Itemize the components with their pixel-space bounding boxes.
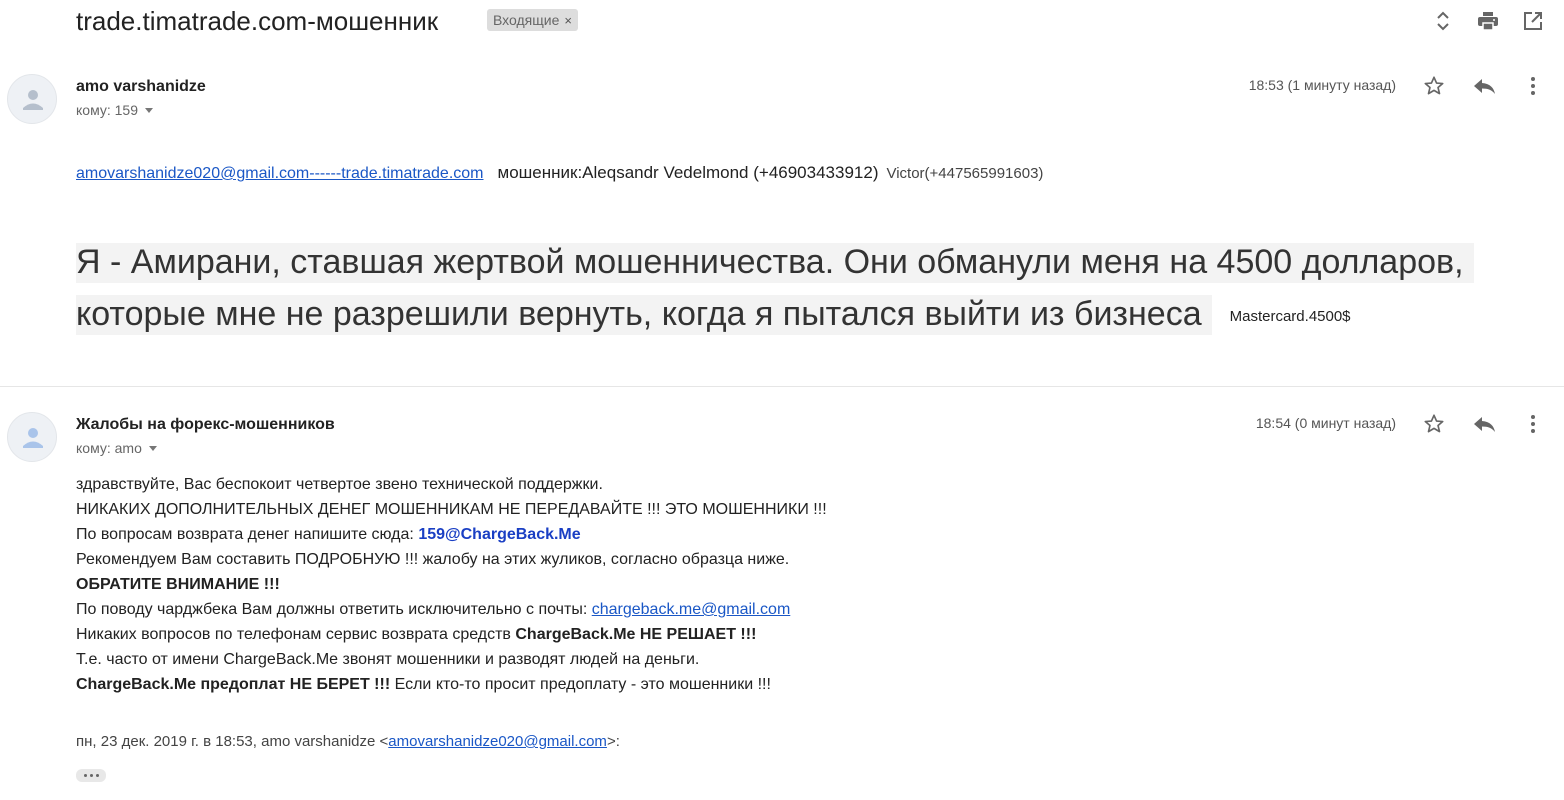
support-email[interactable]: 159@ChargeBack.Me <box>418 526 580 543</box>
expand-collapse-icon[interactable] <box>1430 8 1456 34</box>
message-time: 18:54 (0 минут назад) <box>1255 415 1396 431</box>
body-line: здравствуйте, Вас беспокоит четвертое зв… <box>76 476 603 493</box>
body-line: ОБРАТИТЕ ВНИМАНИЕ !!! <box>76 572 827 597</box>
open-in-new-window-icon[interactable] <box>1520 8 1546 34</box>
print-icon[interactable] <box>1475 8 1501 34</box>
quote-email-link[interactable]: amovarshanidze020@gmail.com <box>388 733 607 750</box>
message-body: здравствуйте, Вас беспокоит четвертое зв… <box>76 472 827 697</box>
body-line: Никаких вопросов по телефонам сервис воз… <box>76 622 827 647</box>
body-text: Никаких вопросов по телефонам сервис воз… <box>76 626 516 643</box>
body-text: По вопросам возврата денег напишите сюда… <box>76 526 419 543</box>
sender-name[interactable]: Жалобы на форекс-мошенников <box>76 416 335 434</box>
reply-icon[interactable] <box>1470 410 1498 438</box>
inbox-label-chip[interactable]: Входящие × <box>487 9 578 31</box>
attention-heading: ОБРАТИТЕ ВНИМАНИЕ !!! <box>76 576 280 593</box>
body-line: По вопросам возврата денег напишите сюда… <box>76 522 827 547</box>
victor-text: Victor(+447565991603) <box>886 165 1044 182</box>
remove-label-icon[interactable]: × <box>564 13 572 28</box>
star-icon[interactable] <box>1420 410 1448 438</box>
avatar <box>7 412 57 462</box>
chargeback-email-link[interactable]: chargeback.me@gmail.com <box>592 601 791 618</box>
label-text: Входящие <box>493 12 560 28</box>
quote-text: >: <box>606 733 620 750</box>
chevron-down-icon <box>148 446 157 451</box>
body-line: Рекомендуем Вам составить ПОДРОБНУЮ !!! … <box>76 551 790 568</box>
quote-text: пн, 23 дек. 2019 г. в 18:53, amo varshan… <box>76 733 389 750</box>
avatar <box>7 74 57 124</box>
chevron-down-icon <box>145 108 153 113</box>
dot-icon <box>83 774 87 777</box>
message-time: 18:53 (1 минуту назад) <box>1248 77 1396 93</box>
star-icon[interactable] <box>1420 72 1448 100</box>
sender-name[interactable]: amo varshanidze <box>76 78 206 96</box>
recipient-label: кому: 159 <box>76 102 138 118</box>
more-icon[interactable] <box>1519 410 1547 438</box>
reply-icon[interactable] <box>1470 72 1498 100</box>
message-divider <box>0 386 1564 387</box>
fraud-text: мошенник:Aleqsandr Vedelmond (+469034339… <box>497 163 879 182</box>
dot-icon <box>95 774 99 777</box>
body-line: ChargeBack.Me предоплат НЕ БЕРЕТ !!! Есл… <box>76 672 827 697</box>
recipient-dropdown[interactable]: кому: 159 <box>76 102 153 118</box>
recipient-dropdown[interactable]: кому: amo <box>76 440 157 456</box>
highlighted-statement: Я - Амирани, ставшая жертвой мошенничест… <box>76 236 1546 343</box>
body-line: Т.е. часто от имени ChargeBack.Me звонят… <box>76 651 700 668</box>
body-bold: ChargeBack.Me предоплат НЕ БЕРЕТ !!! <box>76 676 391 693</box>
body-text: По поводу чарджбека Вам должны ответить … <box>76 601 592 618</box>
recipient-label: кому: amo <box>76 440 142 456</box>
body-text: Если кто-то просит предоплату - это моше… <box>390 676 771 693</box>
email-link[interactable]: amovarshanidze020@gmail.com------trade.t… <box>76 165 484 182</box>
message-body-line: amovarshanidze020@gmail.com------trade.t… <box>76 163 1043 183</box>
show-trimmed-content-button[interactable] <box>76 769 106 782</box>
body-line: НИКАКИХ ДОПОЛНИТЕЛЬНЫХ ДЕНЕГ МОШЕННИКАМ … <box>76 501 827 518</box>
dot-icon <box>89 774 93 777</box>
payment-note: Mastercard.4500$ <box>1229 308 1351 325</box>
body-line: По поводу чарджбека Вам должны ответить … <box>76 597 827 622</box>
body-bold: ChargeBack.Me НЕ РЕШАЕТ !!! <box>515 626 757 643</box>
quoted-header: пн, 23 дек. 2019 г. в 18:53, amo varshan… <box>76 733 620 750</box>
more-icon[interactable] <box>1519 72 1547 100</box>
email-subject: trade.timatrade.com-мошенник <box>76 6 439 36</box>
